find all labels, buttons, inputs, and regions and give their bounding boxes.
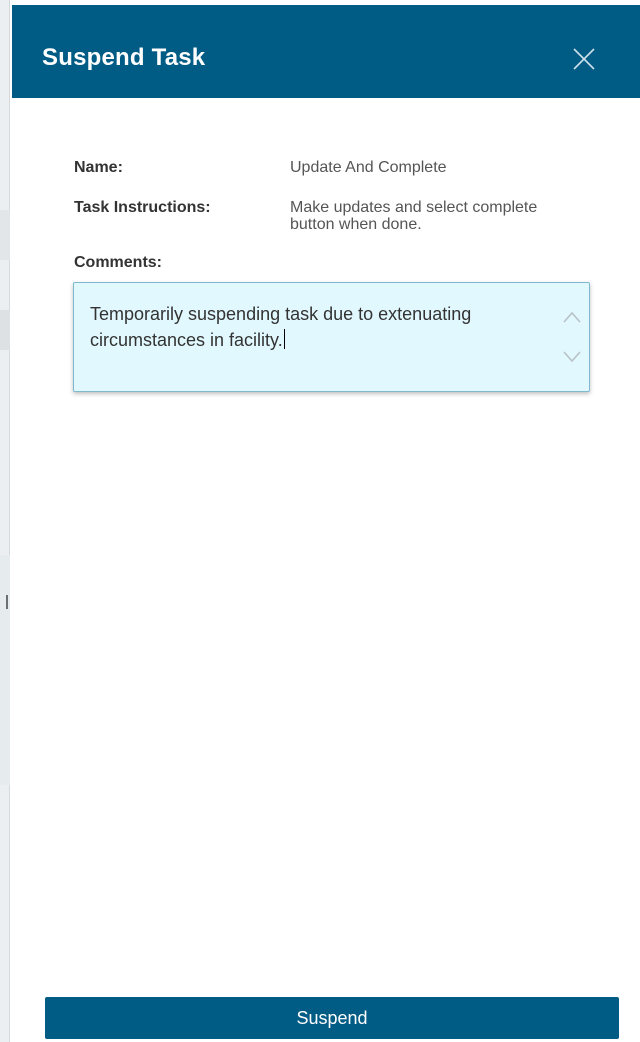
close-button[interactable] <box>570 45 598 73</box>
close-icon <box>573 48 595 70</box>
background-page-edge <box>0 0 10 1042</box>
task-instructions-label: Task Instructions: <box>74 199 211 216</box>
dialog-header: Suspend Task <box>12 5 640 98</box>
task-instructions-value: Make updates and select complete button … <box>290 199 538 233</box>
name-label: Name: <box>74 159 123 176</box>
comments-label: Comments: <box>74 254 163 271</box>
scroll-up-button[interactable] <box>562 309 582 325</box>
chevron-up-icon <box>563 311 581 323</box>
comments-text[interactable]: Temporarily suspending task due to exten… <box>90 301 550 353</box>
suspend-button[interactable]: Suspend <box>45 997 619 1039</box>
page: Suspend Task Name: Update And Complete T… <box>0 0 640 1042</box>
comments-textarea[interactable]: Temporarily suspending task due to exten… <box>73 282 590 392</box>
name-value: Update And Complete <box>290 159 447 176</box>
suspend-task-dialog: Suspend Task Name: Update And Complete T… <box>12 0 640 1042</box>
chevron-down-icon <box>563 351 581 363</box>
scroll-down-button[interactable] <box>562 349 582 365</box>
dialog-title: Suspend Task <box>42 44 206 71</box>
text-caret <box>283 329 285 349</box>
